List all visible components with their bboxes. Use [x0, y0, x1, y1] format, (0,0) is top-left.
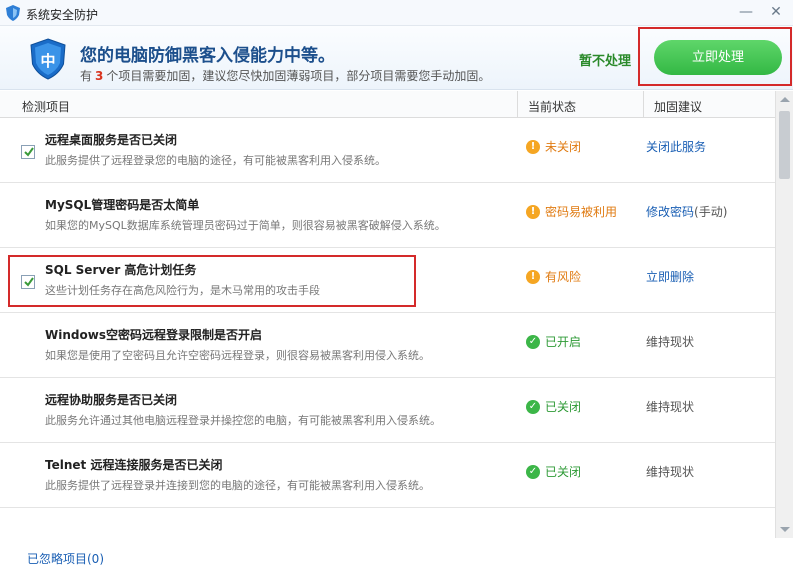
- shield-icon: 中: [30, 38, 66, 80]
- table-row: 远程协助服务是否已关闭 此服务允许通过其他电脑远程登录并操控您的电脑，有可能被黑…: [0, 378, 775, 443]
- item-status: ! 有风险: [526, 268, 581, 285]
- status-text: 已关闭: [545, 465, 582, 479]
- item-status: ✓ 已关闭: [526, 463, 581, 480]
- ignore-button[interactable]: 暂不处理: [579, 50, 631, 69]
- action-label[interactable]: 修改密码: [646, 205, 694, 219]
- shield-level-text: 中: [40, 52, 55, 70]
- check-circle-icon: ✓: [526, 464, 540, 479]
- action-label: 维持现状: [646, 465, 695, 479]
- checkmark-icon: [24, 277, 34, 287]
- item-status: ✓ 已开启: [526, 333, 581, 350]
- row-checkbox[interactable]: [21, 275, 35, 289]
- item-name: 远程桌面服务是否已关闭: [45, 133, 178, 147]
- summary-prefix: 有: [80, 69, 93, 83]
- column-status: 当前状态: [528, 100, 577, 114]
- item-status: ✓ 已关闭: [526, 398, 581, 415]
- checkmark-icon: [24, 147, 34, 157]
- summary-suffix: 个项目需要加固，建议您尽快加固薄弱项目，部分项目需要您手动加固。: [106, 69, 491, 83]
- check-item-list: 远程桌面服务是否已关闭 此服务提供了远程登录您的电脑的途径，有可能被黑客利用入侵…: [0, 118, 775, 538]
- warning-icon: !: [526, 204, 540, 219]
- item-name: MySQL管理密码是否太简单: [45, 198, 200, 212]
- action-label[interactable]: 关闭此服务: [646, 140, 706, 154]
- status-text: 已关闭: [545, 400, 582, 414]
- check-circle-icon: ✓: [526, 399, 540, 414]
- table-row: Windows空密码远程登录限制是否开启 如果您是使用了空密码且允许空密码远程登…: [0, 313, 775, 378]
- status-text: 密码易被利用: [545, 205, 618, 219]
- item-status: ! 密码易被利用: [526, 203, 617, 220]
- summary-text: 有 3 个项目需要加固，建议您尽快加固薄弱项目，部分项目需要您手动加固。: [80, 67, 490, 84]
- row-checkbox[interactable]: [21, 145, 35, 159]
- fix-now-button[interactable]: 立即处理: [654, 40, 782, 75]
- warning-icon: !: [526, 139, 540, 154]
- status-text: 已开启: [545, 335, 582, 349]
- item-description: 这些计划任务存在高危风险行为，是木马常用的攻击手段: [45, 284, 320, 297]
- action-label: 维持现状: [646, 335, 695, 349]
- column-divider: [517, 91, 518, 118]
- action-note: (手动): [694, 205, 728, 219]
- item-name: Telnet 远程连接服务是否已关闭: [45, 458, 223, 472]
- title-bar: 系统安全防护 — ✕: [0, 0, 793, 26]
- minimize-button[interactable]: —: [736, 3, 756, 21]
- item-description: 此服务提供了远程登录并连接到您的电脑的途径，有可能被黑客利用入侵系统。: [45, 479, 430, 492]
- item-description: 此服务提供了远程登录您的电脑的途径，有可能被黑客利用入侵系统。: [45, 154, 386, 167]
- column-item: 检测项目: [22, 100, 71, 114]
- action-label[interactable]: 立即删除: [646, 270, 694, 284]
- vulnerable-count: 3: [95, 69, 104, 83]
- footer: 已忽略项目(0): [0, 538, 793, 569]
- item-name: 远程协助服务是否已关闭: [45, 393, 178, 407]
- action-label: 维持现状: [646, 400, 695, 414]
- table-row: 远程桌面服务是否已关闭 此服务提供了远程登录您的电脑的途径，有可能被黑客利用入侵…: [0, 118, 775, 183]
- ignored-items-link[interactable]: 已忽略项目(0): [27, 550, 104, 567]
- close-service-link[interactable]: 关闭此服务: [646, 138, 706, 155]
- change-password-link[interactable]: 修改密码(手动): [646, 203, 727, 220]
- status-banner: 中 您的电脑防御黑客入侵能力中等。 有 3 个项目需要加固，建议您尽快加固薄弱项目，…: [0, 26, 793, 90]
- check-circle-icon: ✓: [526, 334, 540, 349]
- scroll-thumb[interactable]: [779, 111, 790, 179]
- scroll-up-icon[interactable]: [780, 97, 790, 102]
- page-title: 您的电脑防御黑客入侵能力中等。: [80, 46, 335, 66]
- table-row: MySQL管理密码是否太简单 如果您的MySQL数据库系统管理员密码过于简单，则…: [0, 183, 775, 248]
- scroll-down-icon[interactable]: [780, 527, 790, 532]
- item-description: 如果您是使用了空密码且允许空密码远程登录，则很容易被黑客利用侵入系统。: [45, 349, 430, 362]
- close-button[interactable]: ✕: [766, 3, 786, 21]
- status-text: 有风险: [545, 270, 582, 284]
- item-description: 如果您的MySQL数据库系统管理员密码过于简单，则很容易被黑客破解侵入系统。: [45, 219, 446, 232]
- column-advice: 加固建议: [654, 100, 703, 114]
- status-text: 未关闭: [545, 140, 582, 154]
- table-row: SQL Server 高危计划任务 这些计划任务存在高危风险行为，是木马常用的攻…: [0, 248, 775, 313]
- warning-icon: !: [526, 269, 540, 284]
- shield-app-icon: [6, 5, 20, 21]
- item-description: 此服务允许通过其他电脑远程登录并操控您的电脑，有可能被黑客利用入侵系统。: [45, 414, 441, 427]
- window-title: 系统安全防护: [26, 8, 99, 22]
- column-divider: [643, 91, 644, 118]
- scrollbar[interactable]: [775, 91, 793, 538]
- item-name: Windows空密码远程登录限制是否开启: [45, 328, 262, 342]
- table-header: 检测项目 当前状态 加固建议: [0, 91, 775, 118]
- item-name: SQL Server 高危计划任务: [45, 263, 197, 277]
- delete-now-link[interactable]: 立即删除: [646, 268, 694, 285]
- table-row: Telnet 远程连接服务是否已关闭 此服务提供了远程登录并连接到您的电脑的途径…: [0, 443, 775, 508]
- item-status: ! 未关闭: [526, 138, 581, 155]
